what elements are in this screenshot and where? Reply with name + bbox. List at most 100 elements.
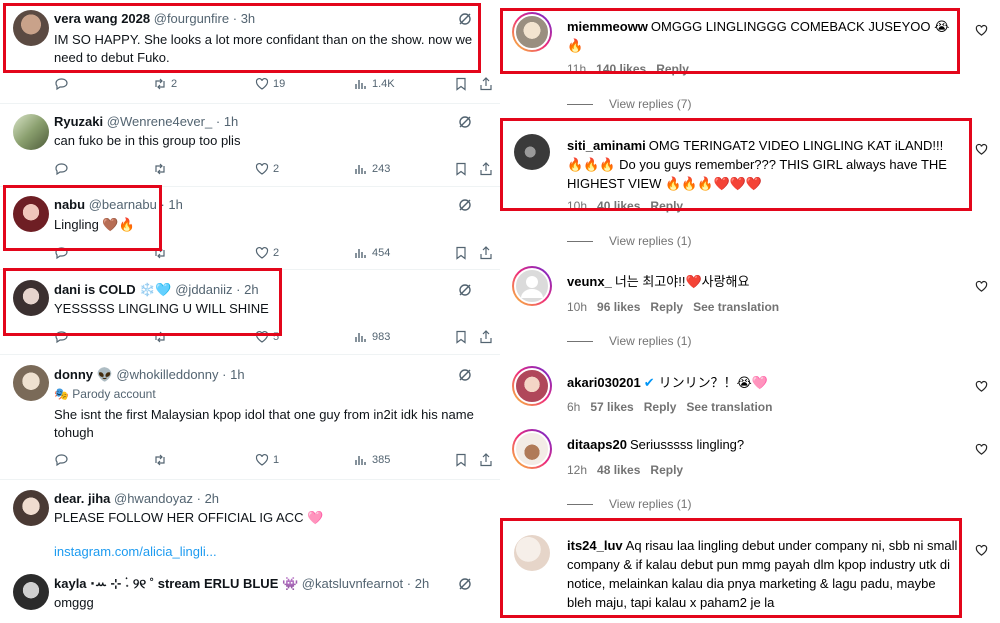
- comment-username[interactable]: miemmeoww: [567, 19, 648, 34]
- avatar[interactable]: [13, 196, 49, 232]
- timestamp[interactable]: 1h: [168, 197, 182, 212]
- comment-username[interactable]: veunx_: [567, 274, 612, 289]
- likes-count[interactable]: 96 likes: [597, 300, 640, 314]
- comment-username[interactable]: akari030201: [567, 375, 641, 390]
- retweet-button[interactable]: [153, 161, 171, 177]
- share-button[interactable]: [479, 161, 493, 177]
- grok-icon[interactable]: [458, 198, 472, 212]
- grok-icon[interactable]: [458, 283, 472, 297]
- bookmark-button[interactable]: [454, 452, 468, 468]
- heart-icon[interactable]: [975, 280, 988, 293]
- like-button[interactable]: 5: [255, 329, 279, 345]
- avatar[interactable]: [512, 533, 552, 573]
- avatar[interactable]: [13, 365, 49, 401]
- likes-count[interactable]: 48 likes: [597, 463, 640, 477]
- views-button[interactable]: 243: [354, 161, 390, 177]
- tweet[interactable]: kayla ⋅ꕀ ⊹ ࣪˖ ୨୧ ˚ stream ERLU BLUE 👾 @k…: [0, 565, 500, 623]
- view-replies-button[interactable]: View replies (1): [567, 497, 691, 511]
- reply-button[interactable]: Reply: [650, 199, 683, 213]
- like-button[interactable]: 1: [255, 452, 279, 468]
- likes-count[interactable]: 57 likes: [590, 400, 633, 414]
- see-translation-button[interactable]: See translation: [686, 400, 772, 414]
- reply-button[interactable]: Reply: [656, 62, 689, 76]
- see-translation-button[interactable]: See translation: [693, 300, 779, 314]
- handle[interactable]: @whokilleddonny: [116, 367, 218, 382]
- tweet[interactable]: vera wang 2028 @fourgunfire · 3h IM SO H…: [0, 0, 500, 103]
- views-button[interactable]: 385: [354, 452, 390, 468]
- handle[interactable]: @fourgunfire: [154, 11, 229, 26]
- share-button[interactable]: [479, 329, 493, 345]
- heart-icon[interactable]: [975, 380, 988, 393]
- avatar[interactable]: [13, 114, 49, 150]
- tweet[interactable]: dear. jiha @hwandoyaz · 2h PLEASE FOLLOW…: [0, 480, 500, 562]
- bookmark-button[interactable]: [454, 161, 468, 177]
- display-name[interactable]: kayla ⋅ꕀ ⊹ ࣪˖ ୨୧ ˚ stream ERLU BLUE 👾: [54, 576, 298, 591]
- share-button[interactable]: [479, 76, 493, 92]
- grok-icon[interactable]: [458, 12, 472, 26]
- comment-username[interactable]: its24_luv: [567, 538, 623, 553]
- avatar[interactable]: [13, 490, 49, 526]
- heart-icon[interactable]: [975, 443, 988, 456]
- reply-button[interactable]: Reply: [650, 300, 683, 314]
- avatar[interactable]: [13, 10, 49, 46]
- heart-icon[interactable]: [975, 24, 988, 37]
- grok-icon[interactable]: [458, 577, 472, 591]
- view-replies-button[interactable]: View replies (1): [567, 234, 691, 248]
- avatar[interactable]: [512, 132, 552, 172]
- avatar[interactable]: [512, 429, 552, 469]
- view-replies-button[interactable]: View replies (7): [567, 97, 691, 111]
- tweet[interactable]: nabu @bearnabu · 1h Lingling 🤎🔥 2 454: [0, 187, 500, 267]
- handle[interactable]: @katsluvnfearnot: [302, 576, 403, 591]
- likes-count[interactable]: 40 likes: [597, 199, 640, 213]
- grok-icon[interactable]: [458, 115, 472, 129]
- like-button[interactable]: 19: [255, 76, 285, 92]
- timestamp[interactable]: 1h: [224, 114, 238, 129]
- views-button[interactable]: 454: [354, 245, 390, 261]
- timestamp[interactable]: 2h: [415, 576, 429, 591]
- comment-username[interactable]: siti_aminami: [567, 138, 646, 153]
- bookmark-button[interactable]: [454, 329, 468, 345]
- reply-button[interactable]: [54, 329, 72, 345]
- handle[interactable]: @Wenrene4ever_: [107, 114, 212, 129]
- grok-icon[interactable]: [458, 368, 472, 382]
- handle[interactable]: @jddaniiz: [175, 282, 232, 297]
- retweet-button[interactable]: [153, 452, 171, 468]
- handle[interactable]: @bearnabu: [89, 197, 157, 212]
- tweet-link[interactable]: instagram.com/alicia_lingli...: [54, 543, 484, 561]
- tweet[interactable]: dani is COLD ❄️🩵 @jddaniiz · 2h YESSSSS …: [0, 270, 500, 354]
- comment-username[interactable]: ditaaps20: [567, 437, 627, 452]
- views-button[interactable]: 1.4K: [354, 76, 395, 92]
- reply-button[interactable]: [54, 161, 72, 177]
- reply-button[interactable]: [54, 76, 72, 92]
- avatar[interactable]: [13, 574, 49, 610]
- timestamp[interactable]: 2h: [244, 282, 258, 297]
- view-replies-button[interactable]: View replies (1): [567, 334, 691, 348]
- heart-icon[interactable]: [975, 143, 988, 156]
- display-name[interactable]: dear. jiha: [54, 491, 110, 506]
- reply-button[interactable]: [54, 245, 72, 261]
- reply-button[interactable]: [54, 452, 72, 468]
- retweet-button[interactable]: 2: [153, 76, 177, 92]
- display-name[interactable]: vera wang 2028: [54, 11, 150, 26]
- like-button[interactable]: 2: [255, 161, 279, 177]
- timestamp[interactable]: 1h: [230, 367, 244, 382]
- avatar[interactable]: [512, 12, 552, 52]
- tweet[interactable]: donny 👽 @whokilleddonny · 1h 🎭 Parody ac…: [0, 355, 500, 479]
- heart-icon[interactable]: [975, 544, 988, 557]
- likes-count[interactable]: 140 likes: [596, 62, 646, 76]
- retweet-button[interactable]: [153, 245, 171, 261]
- share-button[interactable]: [479, 452, 493, 468]
- tweet[interactable]: Ryuzaki @Wenrene4ever_ · 1h can fuko be …: [0, 104, 500, 187]
- views-button[interactable]: 983: [354, 329, 390, 345]
- timestamp[interactable]: 2h: [205, 491, 219, 506]
- display-name[interactable]: dani is COLD ❄️🩵: [54, 282, 172, 297]
- reply-button[interactable]: Reply: [650, 463, 683, 477]
- like-button[interactable]: 2: [255, 245, 279, 261]
- display-name[interactable]: nabu: [54, 197, 85, 212]
- share-button[interactable]: [479, 245, 493, 261]
- display-name[interactable]: donny 👽: [54, 367, 113, 382]
- avatar[interactable]: [512, 366, 552, 406]
- reply-button[interactable]: Reply: [644, 400, 677, 414]
- bookmark-button[interactable]: [454, 76, 468, 92]
- bookmark-button[interactable]: [454, 245, 468, 261]
